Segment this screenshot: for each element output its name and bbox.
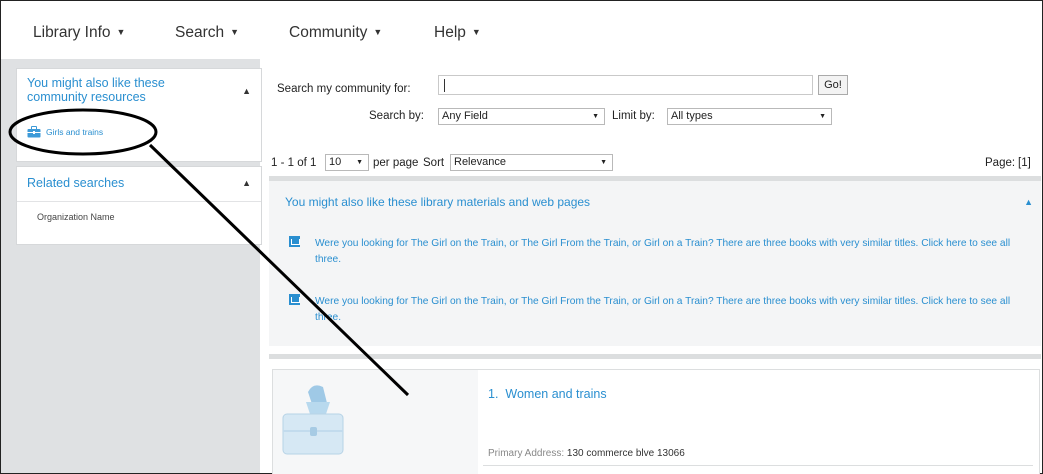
nav-help[interactable]: Help ▼ (434, 24, 481, 42)
community-resources-panel: You might also like these community reso… (16, 68, 262, 162)
caret-up-icon[interactable]: ▲ (242, 178, 251, 188)
page-label: Page: (985, 157, 1016, 169)
caret-down-icon: ▼ (373, 27, 383, 37)
nav-library-info-label: Library Info (33, 24, 111, 41)
caret-down-icon: ▼ (356, 159, 363, 166)
section-divider (269, 354, 1041, 359)
left-sidebar: You might also like these community reso… (1, 59, 262, 473)
result-title-text: Women and trains (505, 387, 607, 401)
per-page-select[interactable]: 10 ▼ (325, 154, 369, 171)
limit-by-select[interactable]: All types ▼ (667, 108, 832, 125)
results-range: 1 - 1 of 1 (271, 157, 317, 169)
search-input[interactable] (438, 75, 813, 95)
sort-label: Sort (423, 157, 445, 169)
related-searches-title[interactable]: Related searches (27, 176, 124, 190)
nav-library-info[interactable]: Library Info ▼ (33, 24, 125, 42)
suggestions-title[interactable]: You might also like these library materi… (285, 195, 590, 209)
per-page-label: per page (373, 157, 419, 169)
community-resources-title[interactable]: You might also like these community reso… (27, 76, 227, 104)
nav-search-label: Search (175, 24, 225, 41)
caret-down-icon: ▼ (592, 113, 599, 120)
related-searches-panel: Related searches ▲ Organization Name (16, 166, 262, 245)
suggestion-text: Were you looking for The Girl on the Tra… (315, 296, 1011, 323)
result-address: Primary Address: 130 commerce blve 13066 (488, 448, 685, 459)
caret-down-icon: ▼ (819, 113, 826, 120)
result-number: 1. (488, 387, 499, 401)
caret-down-icon: ▼ (600, 159, 607, 166)
limit-by-value: All types (671, 110, 713, 122)
sort-select[interactable]: Relevance ▼ (450, 154, 613, 171)
search-by-value: Any Field (442, 110, 488, 122)
briefcase-icon (27, 126, 41, 138)
search-by-label: Search by: (369, 110, 424, 122)
per-page-value: 10 (329, 156, 342, 168)
nav-community-label: Community (289, 24, 368, 41)
search-label: Search my community for: (277, 83, 411, 95)
address-label: Primary Address: (488, 448, 565, 459)
search-by-select[interactable]: Any Field ▼ (438, 108, 605, 125)
go-button[interactable]: Go! (818, 75, 848, 95)
nav-help-label: Help (434, 24, 466, 41)
result-thumbnail (273, 370, 478, 474)
caret-up-icon[interactable]: ▲ (242, 86, 251, 96)
community-item-label: Girls and trains (46, 127, 104, 137)
sort-value: Relevance (454, 156, 506, 168)
external-link-icon (289, 236, 300, 247)
briefcase-icon (282, 385, 344, 455)
caret-down-icon: ▼ (230, 27, 240, 37)
caret-down-icon: ▼ (116, 27, 126, 37)
suggestion-item[interactable]: Were you looking for The Girl on the Tra… (289, 236, 1029, 268)
result-card: 1. Women and trains Primary Address: 130… (272, 369, 1040, 474)
address-value: 130 commerce blve 13066 (566, 448, 685, 459)
suggestion-item[interactable]: Were you looking for The Girl on the Tra… (289, 294, 1029, 326)
related-item-organization-name[interactable]: Organization Name (37, 212, 115, 222)
nav-community[interactable]: Community ▼ (289, 24, 382, 42)
caret-down-icon: ▼ (471, 27, 481, 37)
suggestions-panel: You might also like these library materi… (269, 181, 1041, 346)
suggestion-text: Were you looking for The Girl on the Tra… (315, 238, 1011, 265)
divider (17, 201, 261, 202)
page-number[interactable]: [1] (1018, 157, 1031, 169)
text-cursor (444, 79, 445, 92)
divider (483, 465, 1033, 466)
result-title[interactable]: 1. Women and trains (488, 387, 607, 401)
caret-up-icon[interactable]: ▲ (1024, 197, 1033, 207)
limit-by-label: Limit by: (612, 110, 655, 122)
top-navigation: Library Info ▼ Search ▼ Community ▼ Help ▼ (1, 1, 1041, 59)
external-link-icon (289, 294, 300, 305)
nav-search[interactable]: Search ▼ (175, 24, 239, 42)
